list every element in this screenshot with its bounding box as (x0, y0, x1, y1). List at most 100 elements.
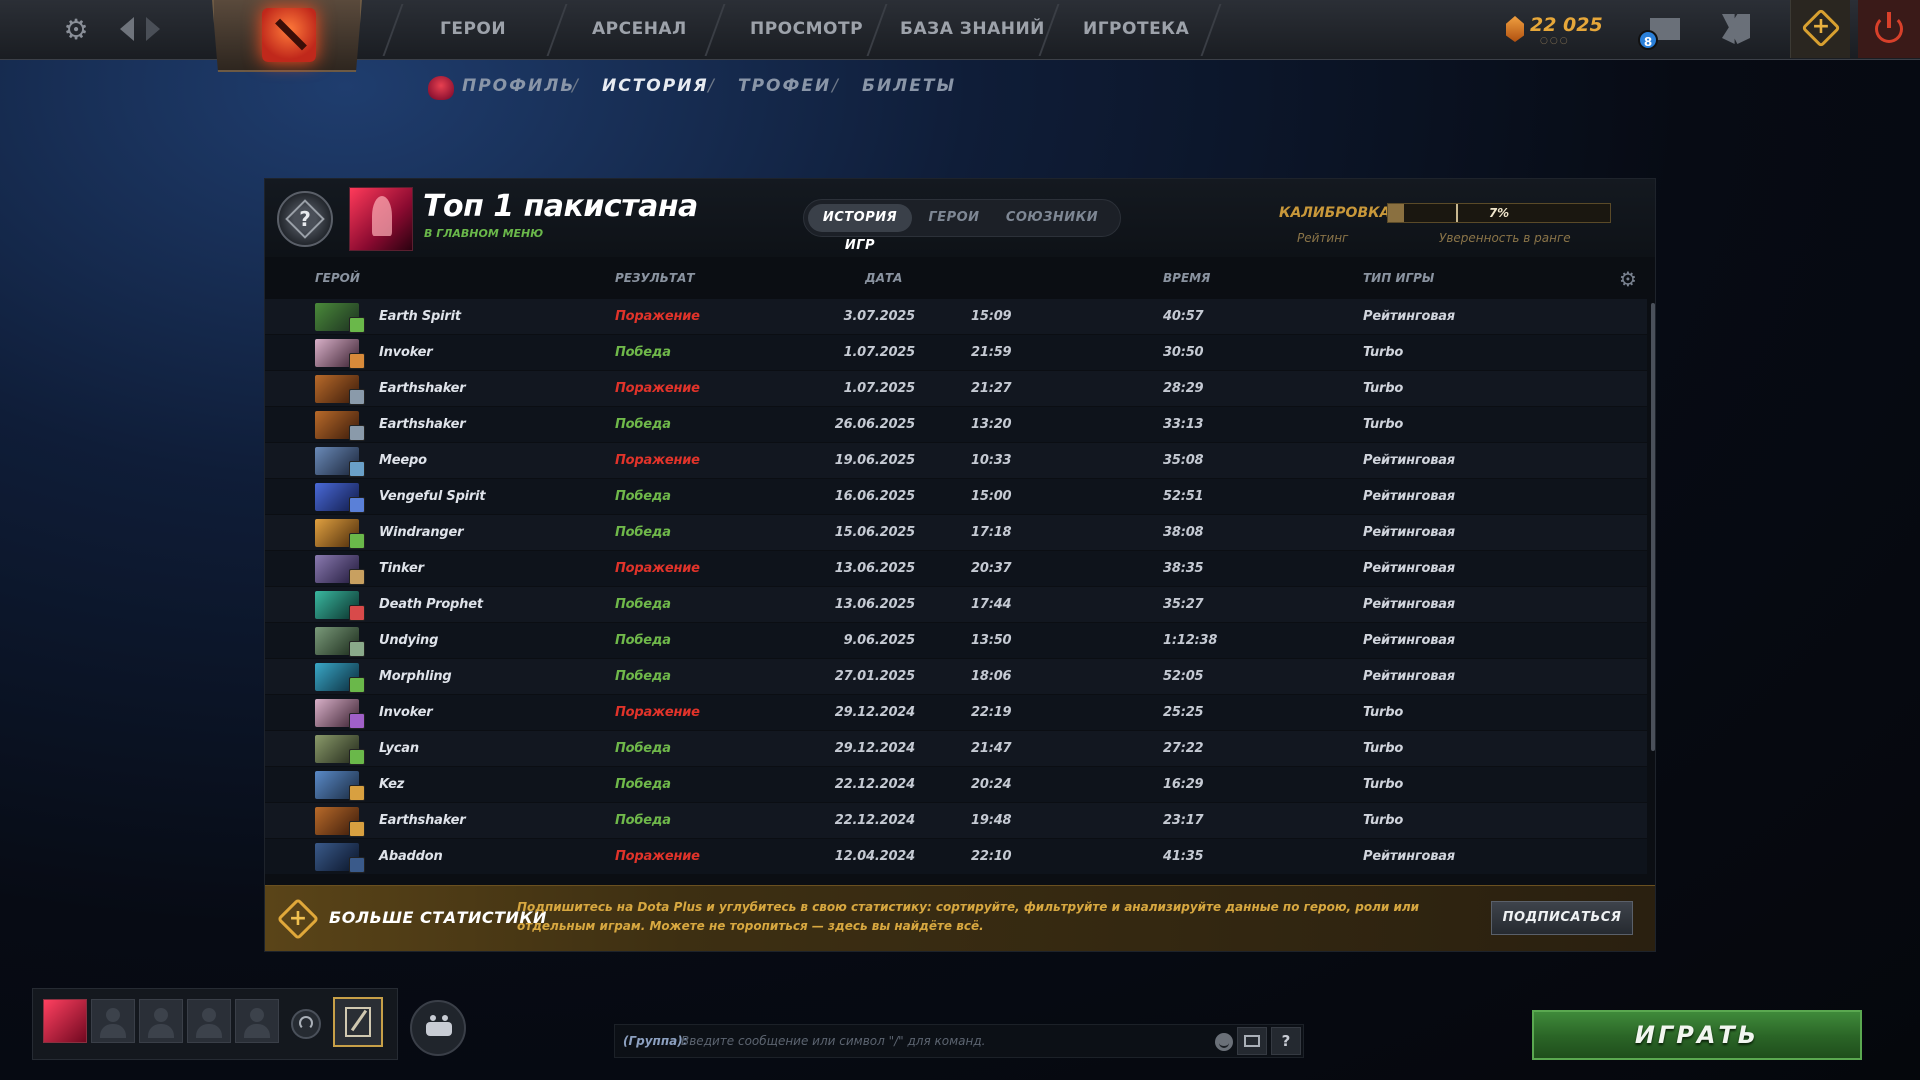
match-result: Победа (615, 741, 671, 756)
hero-name: Kez (379, 777, 405, 792)
tab-match-history[interactable]: ИСТОРИЯ ИГР (808, 204, 912, 253)
header-duration[interactable]: ВРЕМЯ (1163, 271, 1210, 285)
subnav-profile[interactable]: ПРОФИЛЬ (462, 76, 575, 96)
nav-separator (546, 4, 568, 56)
dota-plus-button[interactable]: + (1790, 0, 1850, 58)
match-result: Поражение (615, 309, 700, 324)
match-result: Победа (615, 417, 671, 432)
header-result[interactable]: РЕЗУЛЬТАТ (615, 271, 695, 285)
party-slot-empty[interactable] (235, 999, 279, 1043)
table-row[interactable]: Lycan Победа 29.12.2024 21:47 27:22 Turbo (265, 731, 1647, 767)
power-button[interactable] (1858, 0, 1920, 58)
player-name: Топ 1 пакистана (423, 189, 698, 224)
table-row[interactable]: Meepo Поражение 19.06.2025 10:33 35:08 Рейтин… (265, 443, 1647, 479)
chat-bar: (Группа): ? (614, 1024, 1304, 1058)
gear-icon[interactable]: ⚙ (1619, 269, 1639, 289)
header-hero[interactable]: ГЕРОЙ (315, 271, 360, 285)
match-start-time: 21:59 (971, 345, 1012, 360)
match-start-time: 10:33 (971, 453, 1012, 468)
nav-arcade[interactable]: ИГРОТЕКА (1083, 0, 1189, 58)
rank-confidence-bar: 7% (1387, 203, 1611, 223)
table-row[interactable]: Kez Победа 22.12.2024 20:24 16:29 Turbo (265, 767, 1647, 803)
table-row[interactable]: Invoker Победа 1.07.2025 21:59 30:50 Turbo (265, 335, 1647, 371)
nav-learn[interactable]: БАЗА ЗНАНИЙ (900, 0, 1045, 58)
match-history-panel: ? Топ 1 пакистана В ГЛАВНОМ МЕНЮ ИСТОРИЯ… (264, 178, 1656, 952)
tab-heroes[interactable]: ГЕРОИ (916, 204, 992, 232)
role-badge-icon (349, 785, 365, 801)
header-date[interactable]: ДАТА (865, 271, 902, 285)
match-result: Победа (615, 489, 671, 504)
dota-logo-icon[interactable] (262, 8, 316, 62)
image-icon[interactable] (1237, 1027, 1267, 1055)
role-badge-icon (349, 641, 365, 657)
match-start-time: 21:27 (971, 381, 1012, 396)
currency-balance[interactable]: 22 025 (1530, 14, 1603, 36)
game-mode: Рейтинговая (1363, 309, 1455, 324)
tab-allies[interactable]: СОЮЗНИКИ (998, 204, 1106, 232)
party-slot-empty[interactable] (91, 999, 135, 1043)
gear-icon[interactable]: ⚙ (60, 14, 92, 46)
table-row[interactable]: Earthshaker Поражение 1.07.2025 21:27 28:29 T… (265, 371, 1647, 407)
table-row[interactable]: Undying Победа 9.06.2025 13:50 1:12:38 Рейтин… (265, 623, 1647, 659)
play-button[interactable]: ИГРАТЬ (1532, 1010, 1862, 1060)
battlepass-icon[interactable] (333, 997, 383, 1047)
arrow-left-icon[interactable] (120, 17, 134, 41)
match-start-time: 13:50 (971, 633, 1012, 648)
friends-icon[interactable] (410, 1000, 466, 1056)
game-mode: Рейтинговая (1363, 489, 1455, 504)
nav-separator (704, 4, 726, 56)
subnav-tickets[interactable]: БИЛЕТЫ (862, 76, 956, 96)
hero-name: Vengeful Spirit (379, 489, 486, 504)
help-button[interactable]: ? (1271, 1027, 1301, 1055)
match-date: 12.04.2024 (834, 849, 915, 864)
avatar[interactable] (349, 187, 413, 251)
hero-name: Abaddon (379, 849, 443, 864)
match-date: 1.07.2025 (843, 381, 916, 396)
scrollbar[interactable] (1651, 303, 1655, 751)
role-badge-icon (349, 569, 365, 585)
hero-name: Earthshaker (379, 813, 466, 828)
history-tabs: ИСТОРИЯ ИГР ГЕРОИ СОЮЗНИКИ (803, 199, 1121, 253)
table-row[interactable]: Windranger Победа 15.06.2025 17:18 38:08 Рейт… (265, 515, 1647, 551)
game-mode: Рейтинговая (1363, 669, 1455, 684)
arrow-right-icon[interactable] (146, 17, 160, 41)
table-row[interactable]: Earth Spirit Поражение 3.07.2025 15:09 40:57… (265, 299, 1647, 335)
match-duration: 25:25 (1163, 705, 1204, 720)
table-row[interactable]: Invoker Поражение 29.12.2024 22:19 25:25 Turb… (265, 695, 1647, 731)
match-result: Поражение (615, 453, 700, 468)
chat-channel-label[interactable]: (Группа): (623, 1034, 688, 1048)
armory-icon[interactable] (1722, 14, 1750, 44)
table-row[interactable]: Earthshaker Победа 22.12.2024 19:48 23:17 Tur… (265, 803, 1647, 839)
table-row[interactable]: Death Prophet Победа 13.06.2025 17:44 35:27 Р… (265, 587, 1647, 623)
chat-input[interactable] (681, 1029, 1201, 1053)
header-game-mode[interactable]: ТИП ИГРЫ (1363, 271, 1434, 285)
match-result: Поражение (615, 561, 700, 576)
match-result: Поражение (615, 381, 700, 396)
party-self-avatar[interactable] (43, 999, 87, 1043)
subnav-separator: / (832, 76, 838, 96)
subnav-trophies[interactable]: ТРОФЕИ (738, 76, 831, 96)
table-row[interactable]: Vengeful Spirit Победа 16.06.2025 15:00 52:5… (265, 479, 1647, 515)
party-slot-empty[interactable] (187, 999, 231, 1043)
hero-name: Morphling (379, 669, 452, 684)
subnav-history[interactable]: ИСТОРИЯ (602, 76, 709, 96)
rank-medal-icon[interactable]: ? (277, 191, 333, 247)
table-row[interactable]: Earthshaker Победа 26.06.2025 13:20 33:13 Tur… (265, 407, 1647, 443)
rating-label: Рейтинг (1297, 231, 1349, 245)
match-date: 13.06.2025 (834, 561, 915, 576)
nav-watch[interactable]: ПРОСМОТР (750, 0, 863, 58)
table-row[interactable]: Abaddon Поражение 12.04.2024 22:10 41:35 Рейт… (265, 839, 1647, 875)
match-start-time: 21:47 (971, 741, 1012, 756)
table-row[interactable]: Tinker Поражение 13.06.2025 20:37 38:35 Рейти… (265, 551, 1647, 587)
profile-icon[interactable] (428, 76, 454, 100)
match-start-time: 20:37 (971, 561, 1012, 576)
party-slot-empty[interactable] (139, 999, 183, 1043)
subnav-separator: / (708, 76, 714, 96)
subscribe-button[interactable]: ПОДПИСАТЬСЯ (1491, 901, 1633, 935)
nav-arsenal[interactable]: АРСЕНАЛ (592, 0, 687, 58)
smiley-icon[interactable] (1215, 1033, 1233, 1051)
table-row[interactable]: Morphling Победа 27.01.2025 18:06 52:05 Рейти… (265, 659, 1647, 695)
nav-heroes[interactable]: ГЕРОИ (440, 0, 506, 58)
headset-icon[interactable] (291, 1009, 321, 1039)
match-result: Победа (615, 777, 671, 792)
